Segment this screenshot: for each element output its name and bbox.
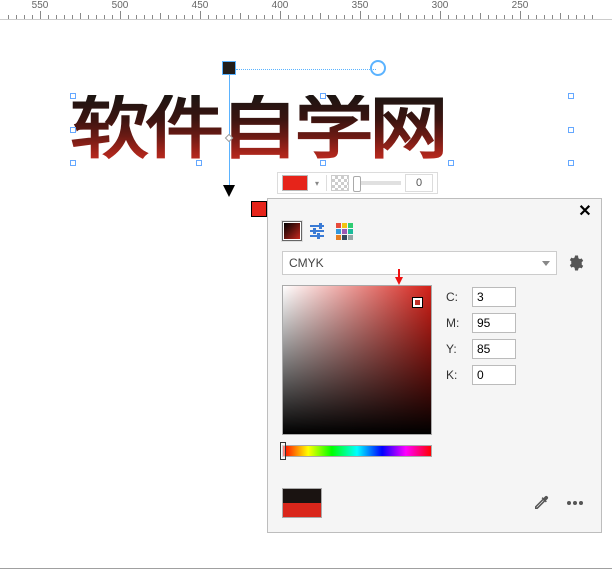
more-options-button[interactable] [563,491,587,515]
eyedropper-icon [532,494,550,512]
ruler-label: 300 [432,0,449,11]
opacity-value[interactable]: 0 [405,174,433,192]
c-input[interactable] [472,287,516,307]
y-input[interactable] [472,339,516,359]
gradient-start-node[interactable] [222,61,236,75]
selection-handle-s1[interactable] [196,160,202,166]
selection-handle-sw[interactable] [70,160,76,166]
node-color-toolbar: ▾ 0 [277,172,438,194]
ruler-label: 450 [192,0,209,11]
ruler-label: 500 [112,0,129,11]
horizontal-ruler[interactable]: 550 500 450 400 350 300 250 [0,0,612,20]
color-editor-panel: ✕ [267,198,602,533]
opacity-slider[interactable] [353,181,401,185]
color-model-label: CMYK [289,256,324,270]
k-input[interactable] [472,365,516,385]
color-model-select[interactable]: CMYK [282,251,557,275]
more-icon [566,499,584,507]
close-icon[interactable]: ✕ [577,205,593,221]
hue-cursor[interactable] [280,442,286,460]
palette-icon [335,222,353,240]
ruler-label: 400 [272,0,289,11]
selection-handle-nw[interactable] [70,93,76,99]
node-color-dropdown-icon[interactable]: ▾ [312,175,322,191]
gradient-guide-horizontal[interactable] [236,69,376,70]
selection-handle-se[interactable] [568,160,574,166]
m-input[interactable] [472,313,516,333]
transparency-checker-icon[interactable] [331,175,349,191]
ruler-label: 250 [512,0,529,11]
gradient-end-node[interactable] [251,201,267,217]
chevron-down-icon [542,261,550,266]
hue-slider[interactable] [282,445,432,457]
k-label: K: [446,368,464,382]
selection-handle-e[interactable] [568,127,574,133]
color-viewer-tab[interactable] [282,221,302,241]
toolbar-separator [326,175,327,191]
old-color [283,489,321,503]
gear-icon [566,254,584,272]
color-compare-swatch[interactable] [282,488,322,518]
node-color-swatch[interactable] [282,175,308,191]
selection-handle-n[interactable] [320,93,326,99]
ruler-label: 350 [352,0,369,11]
annotation-arrow-icon [395,277,403,285]
picker-indicator[interactable] [413,298,422,307]
color-palettes-tab[interactable] [334,221,354,241]
m-label: M: [446,316,464,330]
gradient-arrowhead-icon [223,185,235,197]
picker-background [283,286,431,434]
c-label: C: [446,290,464,304]
color-sliders-tab[interactable] [308,221,328,241]
selection-handle-ne[interactable] [568,93,574,99]
y-label: Y: [446,342,464,356]
gradient-direction-handle[interactable] [370,60,386,76]
settings-button[interactable] [563,251,587,275]
gradient-swatch-icon [284,223,300,239]
new-color [283,503,321,517]
selection-handle-s2[interactable] [320,160,326,166]
selection-handle-w[interactable] [70,127,76,133]
sliders-icon [309,222,327,240]
ruler-label: 550 [32,0,49,11]
text-object[interactable]: 软件自学网 [70,95,444,163]
selection-handle-s3[interactable] [448,160,454,166]
color-picker-field[interactable] [282,285,432,435]
cmyk-inputs: C: M: Y: K: [446,287,516,457]
eyedropper-button[interactable] [529,491,553,515]
